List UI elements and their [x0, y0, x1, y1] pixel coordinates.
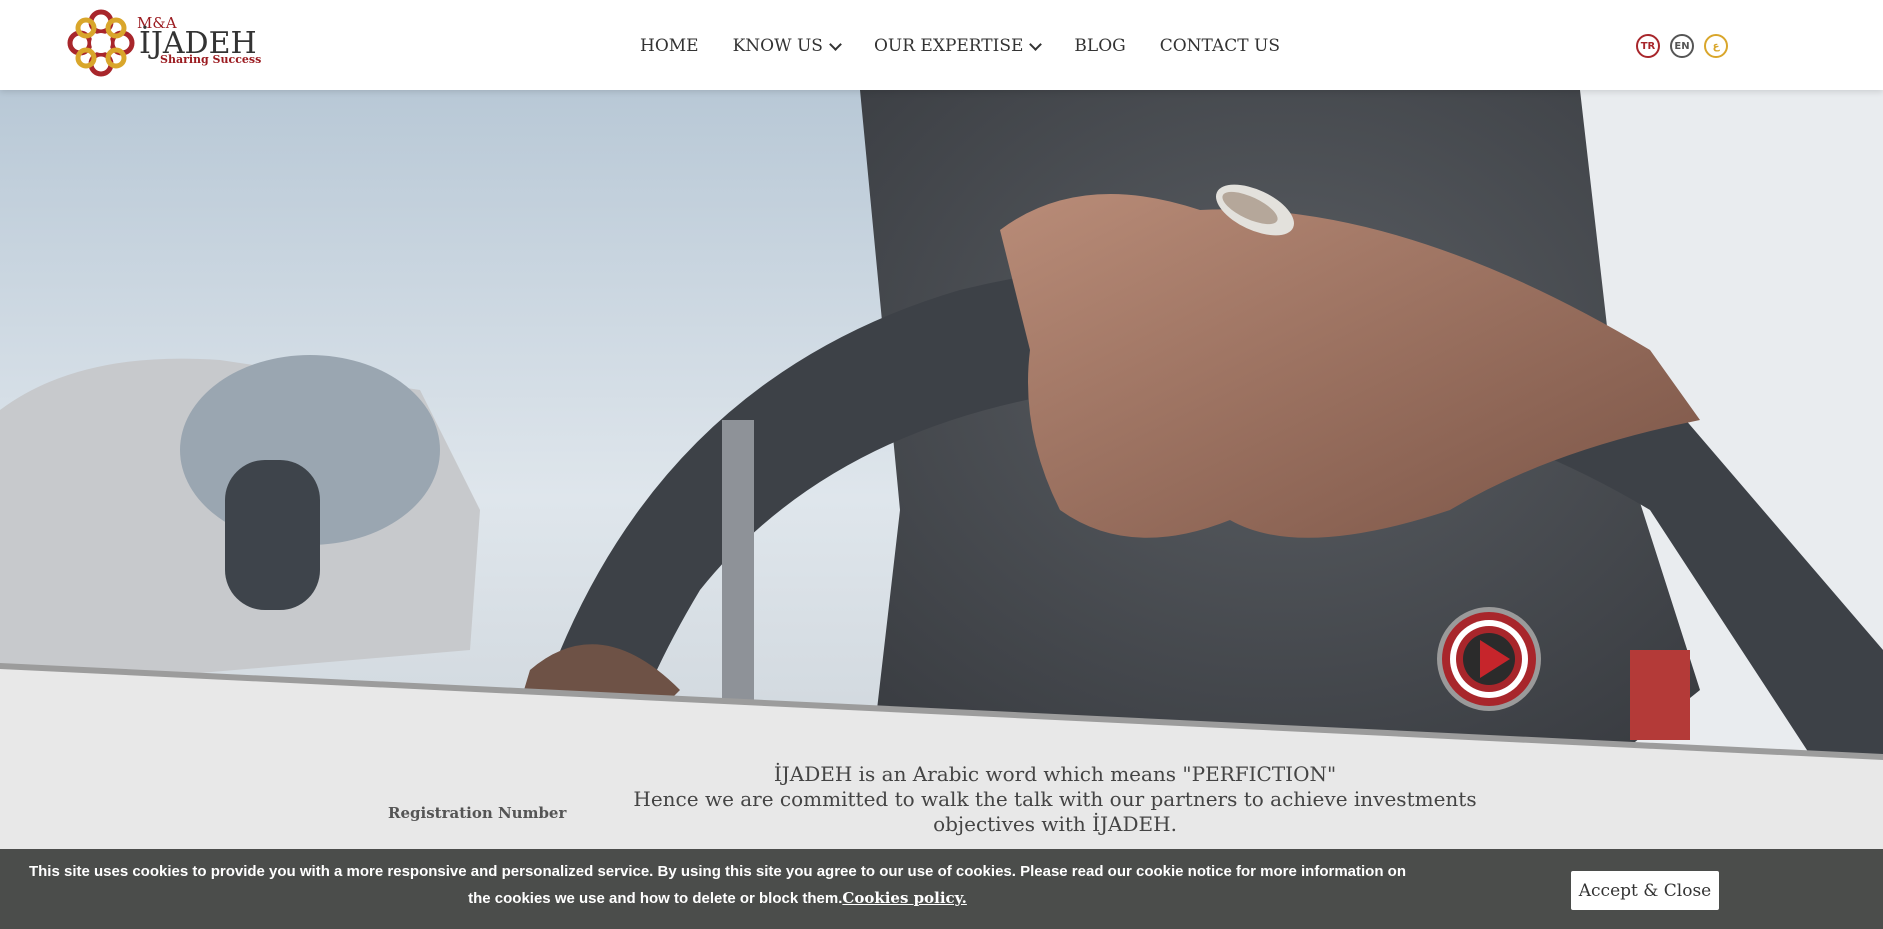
accept-close-button[interactable]: Accept & Close [1571, 871, 1719, 910]
chevron-down-icon [1029, 37, 1043, 51]
nav-contact-us[interactable]: CONTACT US [1160, 36, 1280, 56]
nav-home[interactable]: HOME [640, 36, 699, 56]
play-video-button[interactable] [1436, 606, 1542, 712]
lang-ar[interactable]: ع [1704, 34, 1728, 58]
nav-know-us-label: KNOW US [732, 36, 823, 56]
nav-our-expertise[interactable]: OUR EXPERTISE [873, 36, 1043, 56]
registration-number-label: Registration Number [388, 804, 567, 822]
cookie-text: This site uses cookies to provide you wi… [28, 863, 1407, 907]
cookie-policy-link[interactable]: Cookies policy. [842, 889, 967, 907]
nav-blog[interactable]: BLOG [1074, 36, 1125, 56]
logo-tagline: Sharing Success [160, 53, 262, 66]
section-divider [0, 663, 1883, 770]
nav-blog-label: BLOG [1074, 36, 1126, 56]
intro-line-2: Hence we are committed to walk the talk … [633, 787, 1477, 836]
logo-knot-icon [67, 9, 135, 77]
lang-tr[interactable]: TR [1636, 34, 1660, 58]
nav-home-label: HOME [640, 36, 699, 56]
intro-line-1: İJADEH is an Arabic word which means "PE… [773, 762, 1337, 786]
nav-contact-us-label: CONTACT US [1159, 36, 1280, 56]
nav-our-expertise-label: OUR EXPERTISE [873, 36, 1024, 56]
nav-know-us[interactable]: KNOW US [732, 36, 842, 56]
chevron-down-icon [829, 37, 842, 51]
main-nav: HOME KNOW US OUR EXPERTISE BLOG CONTACT … [640, 36, 1314, 56]
lang-en[interactable]: EN [1670, 34, 1694, 58]
site-header: M&A İJADEH Sharing Success HOME KNOW US … [0, 0, 1883, 90]
language-switcher: TR EN ع [1636, 34, 1728, 58]
cookie-message: This site uses cookies to provide you wi… [20, 858, 1415, 912]
intro-text: İJADEH is an Arabic word which means "PE… [600, 762, 1510, 837]
